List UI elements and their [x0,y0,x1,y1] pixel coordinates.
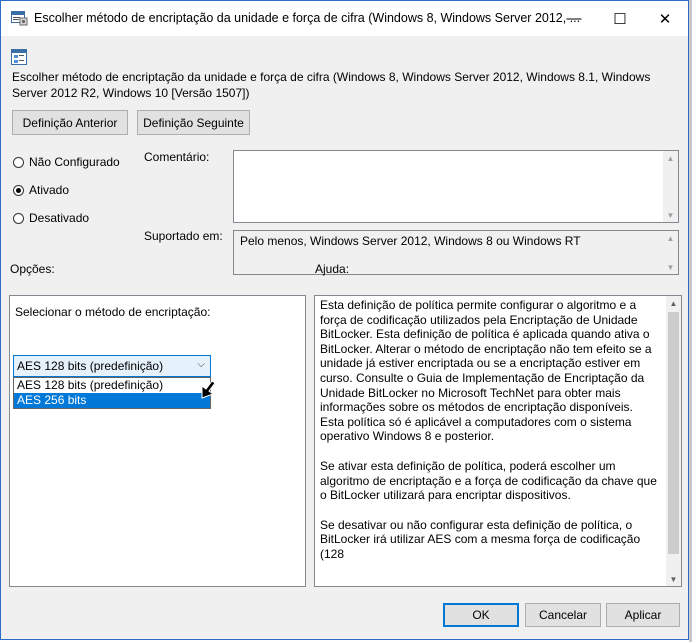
scrollbar-thumb[interactable] [668,312,679,554]
policy-header-text: Escolher método de encriptação da unidad… [12,70,651,100]
close-button[interactable]: ✕ [642,1,688,36]
radio-disabled[interactable]: Desativado [13,211,89,225]
supported-label: Suportado em: [144,229,223,243]
radio-indicator[interactable] [13,184,24,196]
supported-textbox: Pelo menos, Windows Server 2012, Windows… [233,230,679,275]
options-panel [9,295,306,587]
scroll-down-icon[interactable]: ▼ [666,572,681,586]
mouse-cursor-icon [201,380,216,399]
chevron-down-icon[interactable]: ⌵ [197,359,205,370]
policy-dialog: Escolher método de encriptação da unidad… [0,0,689,640]
help-text: Esta definição de política permite confi… [320,298,660,577]
radio-indicator[interactable] [13,156,24,168]
scroll-up-icon[interactable]: ▲ [666,296,681,310]
scroll-down-icon[interactable]: ▼ [663,208,678,222]
radio-label: Não Configurado [29,155,120,169]
radio-label: Ativado [29,183,70,197]
help-heading: Ajuda: [315,262,350,276]
supported-scrollbar[interactable]: ▲ ▼ [663,231,678,274]
cancel-button[interactable]: Cancelar [525,603,601,627]
help-paragraph: Se desativar ou não configurar esta defi… [320,517,641,561]
minimize-button[interactable]: — [551,1,597,36]
comment-textbox[interactable]: ▲ ▼ [233,150,679,223]
dropdown-option-highlighted[interactable]: AES 256 bits [14,393,210,408]
radio-not-configured[interactable]: Não Configurado [13,155,120,169]
window-title: Escolher método de encriptação da unidad… [34,11,581,25]
scroll-up-icon[interactable]: ▲ [663,231,678,245]
policy-setting-icon [11,49,27,65]
radio-label: Desativado [29,211,90,225]
maximize-button[interactable]: ☐ [597,1,643,36]
comment-scrollbar[interactable]: ▲ ▼ [663,151,678,222]
title-bar[interactable]: Escolher método de encriptação da unidad… [1,1,688,36]
supported-value: Pelo menos, Windows Server 2012, Windows… [240,234,581,248]
apply-button[interactable]: Aplicar [606,603,680,627]
policy-window-icon [11,11,28,26]
previous-setting-button[interactable]: Definição Anterior [12,110,128,135]
select-value: AES 128 bits (predefinição) [17,359,164,373]
help-paragraph: Se ativar esta definição de política, po… [320,458,657,503]
encryption-method-label: Selecionar o método de encriptação: [15,305,211,319]
radio-enabled[interactable]: Ativado [13,183,69,197]
scroll-up-icon[interactable]: ▲ [663,151,678,165]
ok-button[interactable]: OK [443,603,519,627]
encryption-method-dropdown[interactable]: AES 128 bits (predefinição) AES 256 bits [13,377,211,409]
encryption-method-select[interactable]: AES 128 bits (predefinição) ⌵ [13,355,211,377]
help-scrollbar[interactable]: ▲ ▼ [666,296,681,586]
dropdown-option[interactable]: AES 128 bits (predefinição) [14,378,210,393]
next-setting-button[interactable]: Definição Seguinte [137,110,250,135]
scroll-down-icon[interactable]: ▼ [663,260,678,274]
comment-label: Comentário: [144,150,210,164]
help-panel: Esta definição de política permite confi… [314,295,682,587]
help-paragraph: Esta definição de política permite confi… [320,298,652,444]
radio-indicator[interactable] [13,212,24,224]
options-heading: Opções: [10,262,55,276]
